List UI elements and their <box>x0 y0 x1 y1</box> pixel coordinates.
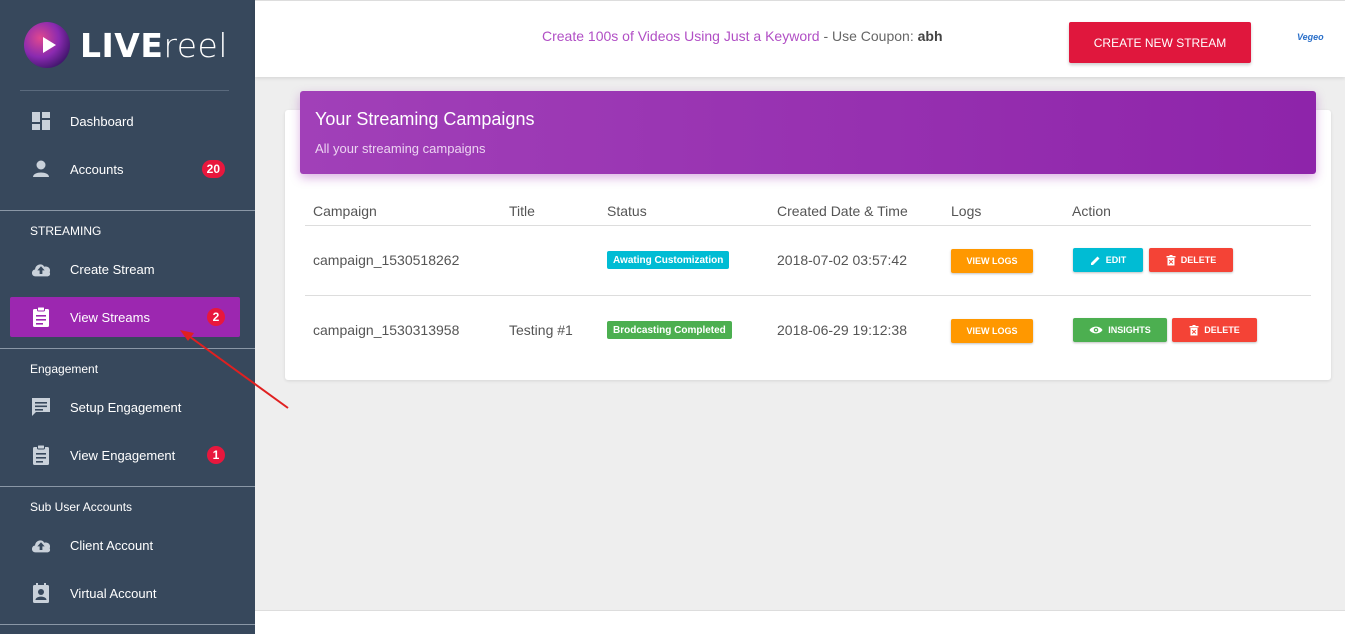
sidebar-item-label: View Streams <box>70 309 150 325</box>
clipboard-icon <box>30 444 52 466</box>
sidebar-item-view-engagement[interactable]: View Engagement 1 <box>10 435 240 475</box>
sidebar-item-label: Accounts <box>70 161 124 177</box>
section-title: STREAMING <box>30 224 102 238</box>
card-title: Your Streaming Campaigns <box>315 109 535 129</box>
delete-button[interactable]: DELETE <box>1149 248 1233 272</box>
delete-button[interactable]: DELETE <box>1172 318 1257 342</box>
created-datetime: 2018-06-29 19:12:38 <box>777 322 907 338</box>
column-header: Created Date & Time <box>777 203 908 219</box>
create-new-stream-button[interactable]: CREATE NEW STREAM <box>1069 22 1251 63</box>
count-badge: 1 <box>207 446 225 464</box>
dashboard-icon <box>30 110 52 132</box>
button-label: DELETE <box>1204 325 1240 335</box>
divider <box>0 624 255 625</box>
sidebar-item-view-streams[interactable]: View Streams 2 <box>10 297 240 337</box>
sidebar-item-create-stream[interactable]: Create Stream <box>10 249 240 289</box>
campaign-name: campaign_1530313958 <box>313 322 460 338</box>
brand-name: LIVEreel <box>80 25 229 65</box>
sidebar-item-dashboard[interactable]: Dashboard <box>10 101 240 141</box>
cloud-upload-icon <box>30 258 52 280</box>
campaign-title: Testing #1 <box>509 322 573 338</box>
divider <box>305 295 1311 296</box>
count-badge: 20 <box>201 160 225 178</box>
button-label: DELETE <box>1180 255 1217 265</box>
edit-button[interactable]: EDIT <box>1073 248 1143 272</box>
comment-icon <box>30 396 52 418</box>
pencil-icon <box>1090 255 1101 266</box>
sidebar-item-accounts[interactable]: Accounts 20 <box>10 149 240 189</box>
card-subtitle: All your streaming campaigns <box>315 141 486 156</box>
promo-text: - Use Coupon: <box>819 28 918 44</box>
sidebar-item-label: Setup Engagement <box>70 399 182 415</box>
campaign-name: campaign_1530518262 <box>313 252 460 268</box>
person-icon <box>30 158 52 180</box>
column-header: Status <box>607 203 647 219</box>
sidebar-item-label: Dashboard <box>70 113 134 129</box>
coupon-code: abh <box>917 28 943 44</box>
insights-button[interactable]: INSIGHTS <box>1073 318 1167 342</box>
button-label: INSIGHTS <box>1108 325 1151 335</box>
divider <box>0 210 255 211</box>
divider <box>0 486 255 487</box>
button-label: EDIT <box>1105 255 1127 265</box>
count-badge: 2 <box>207 308 225 326</box>
clipboard-icon <box>30 306 52 328</box>
trash-icon <box>1166 254 1176 266</box>
card-header: Your Streaming Campaigns All your stream… <box>300 91 1316 174</box>
status-badge: Brodcasting Completed <box>607 321 732 339</box>
footer <box>255 610 1345 634</box>
top-bar: Create 100s of Videos Using Just a Keywo… <box>255 0 1345 77</box>
divider <box>20 90 229 91</box>
sidebar-item-client-account[interactable]: Client Account <box>10 525 240 565</box>
column-header: Campaign <box>313 203 377 219</box>
column-header: Logs <box>951 203 982 219</box>
sidebar-item-label: View Engagement <box>70 447 176 463</box>
sidebar-item-setup-engagement[interactable]: Setup Engagement <box>10 387 240 427</box>
eye-icon <box>1089 325 1103 335</box>
sidebar: LIVEreel Dashboard Accounts 20 STREAMING… <box>0 0 255 634</box>
contact-icon <box>30 582 52 604</box>
created-datetime: 2018-07-02 03:57:42 <box>777 252 907 268</box>
column-header: Title <box>509 203 535 219</box>
sidebar-item-label: Client Account <box>70 537 154 553</box>
promo-banner: Create 100s of Videos Using Just a Keywo… <box>542 28 943 44</box>
play-logo-icon <box>24 22 70 68</box>
divider <box>305 225 1311 226</box>
sidebar-item-virtual-account[interactable]: Virtual Account <box>10 573 240 613</box>
view-logs-button[interactable]: VIEW LOGS <box>951 249 1033 273</box>
partner-logo[interactable]: Vegeo <box>1297 32 1324 42</box>
status-badge: Awating Customization <box>607 251 730 269</box>
view-logs-button[interactable]: VIEW LOGS <box>951 319 1033 343</box>
sidebar-item-label: Create Stream <box>70 261 155 277</box>
promo-link[interactable]: Create 100s of Videos Using Just a Keywo… <box>542 28 820 44</box>
section-title: Engagement <box>30 362 99 376</box>
trash-icon <box>1189 324 1199 336</box>
section-title: Sub User Accounts <box>30 500 133 514</box>
divider <box>0 348 255 349</box>
column-header: Action <box>1072 203 1111 219</box>
logo[interactable]: LIVEreel <box>24 20 228 70</box>
sidebar-item-label: Virtual Account <box>70 585 157 601</box>
cloud-upload-icon <box>30 534 52 556</box>
